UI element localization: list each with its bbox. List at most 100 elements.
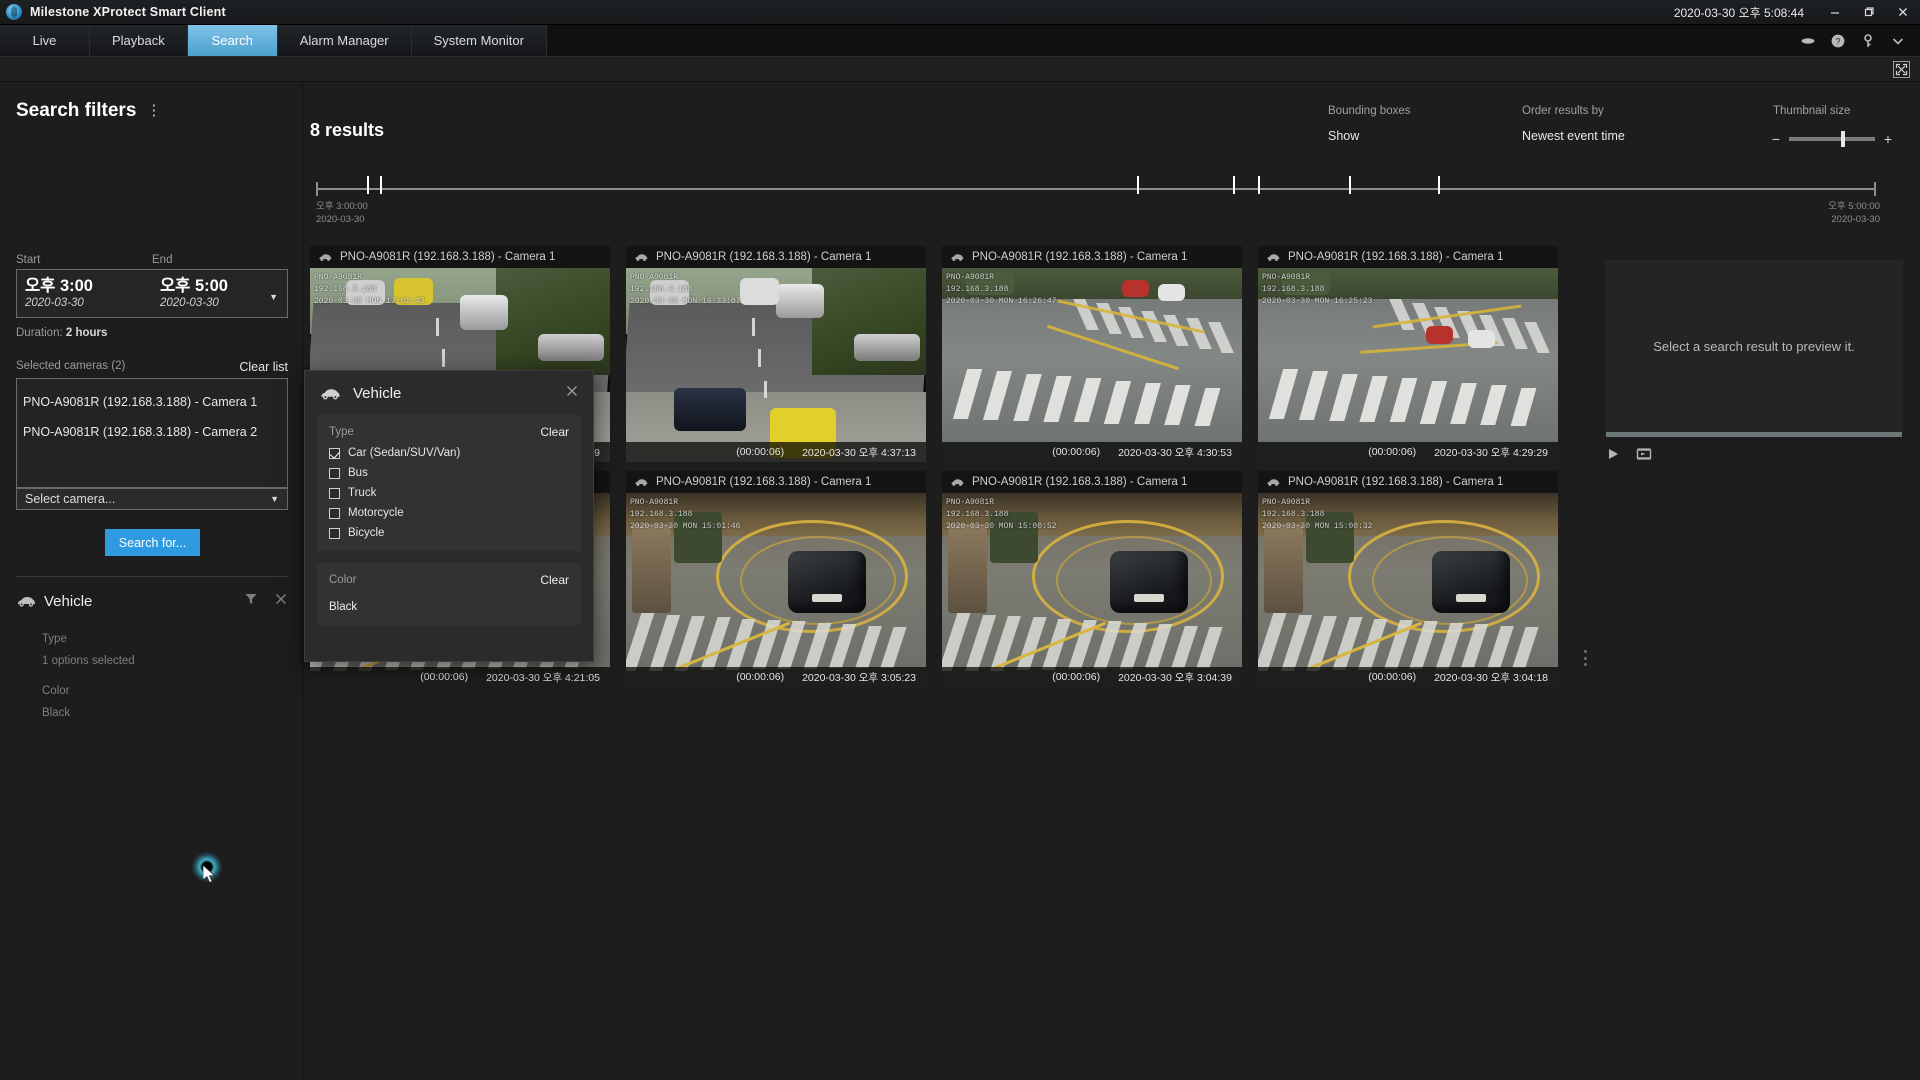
export-icon[interactable] <box>1636 447 1652 461</box>
thumbnail-decrease-button[interactable]: − <box>1770 131 1782 147</box>
vehicle-type-option-label: Truck <box>348 487 377 499</box>
chevron-down-icon[interactable] <box>1890 33 1906 49</box>
duration-value: 2 hours <box>65 327 108 339</box>
preview-placeholder[interactable]: Select a search result to preview it. <box>1605 260 1903 433</box>
panel-splitter-handle[interactable] <box>1584 650 1590 666</box>
tab-search[interactable]: Search <box>187 25 278 56</box>
result-thumbnail[interactable]: PNO-A9081R192.168.3.1882020-03-30 MON 16… <box>942 268 1242 462</box>
tab-alarm-manager[interactable]: Alarm Manager <box>277 25 412 56</box>
search-result-card[interactable]: PNO-A9081R (192.168.3.188) - Camera 1 PN… <box>1258 246 1558 462</box>
minimize-button[interactable] <box>1818 0 1852 25</box>
end-time-cell[interactable]: 오후 5:00 2020-03-30 <box>152 277 287 310</box>
expand-window-icon[interactable] <box>1893 61 1910 78</box>
vehicle-type-option[interactable]: Car (Sedan/SUV/Van) <box>329 447 569 459</box>
order-results-value[interactable]: Newest event time <box>1522 129 1625 143</box>
preview-empty-text: Select a search result to preview it. <box>1653 339 1855 354</box>
search-result-card[interactable]: PNO-A9081R (192.168.3.188) - Camera 1 PN… <box>942 246 1242 462</box>
chevron-down-icon[interactable]: ▼ <box>269 292 278 302</box>
tab-playback[interactable]: Playback <box>90 25 188 56</box>
preview-progress-bar[interactable] <box>1606 432 1902 437</box>
close-icon[interactable] <box>565 384 579 402</box>
time-range-box[interactable]: 오후 3:00 2020-03-30 오후 5:00 2020-03-30 ▼ <box>16 269 288 318</box>
result-timestamp-bar: (00:00:06) 2020-03-30 오후 3:04:39 <box>942 667 1242 687</box>
restore-button[interactable] <box>1852 0 1886 25</box>
search-result-card[interactable]: PNO-A9081R (192.168.3.188) - Camera 1 PN… <box>626 471 926 687</box>
chevron-down-icon: ▼ <box>270 494 279 504</box>
vehicle-type-section-header: Type Clear <box>329 425 569 439</box>
checkbox[interactable] <box>329 447 340 459</box>
checkbox[interactable] <box>329 527 340 539</box>
vehicle-popup-header: Vehicle <box>305 371 593 415</box>
play-icon[interactable] <box>1606 447 1620 461</box>
help-icon[interactable]: ? <box>1830 33 1846 49</box>
cloud-icon[interactable] <box>1800 33 1816 49</box>
tab-label: Alarm Manager <box>299 33 389 48</box>
key-icon[interactable] <box>1860 33 1876 49</box>
timeline-event-tick[interactable] <box>367 176 370 194</box>
search-result-card[interactable]: PNO-A9081R (192.168.3.188) - Camera 1 PN… <box>626 246 926 462</box>
vehicle-type-option[interactable]: Bus <box>329 467 569 479</box>
result-thumbnail[interactable]: PNO-A9081R 192.168.3.188 2020-03-30 MON 15… <box>626 493 926 687</box>
filter-icon[interactable] <box>244 592 258 611</box>
clear-list-button[interactable]: Clear list <box>239 360 288 374</box>
close-icon[interactable] <box>274 592 288 611</box>
color-selected-value[interactable]: Black <box>329 601 569 613</box>
result-thumbnail[interactable]: PNO-A9081R192.168.3.1882020-03-30 MON 16… <box>1258 268 1558 462</box>
checkbox[interactable] <box>329 507 340 519</box>
duration-text: Duration: 2 hours <box>16 327 107 339</box>
checkbox[interactable] <box>329 467 340 479</box>
thumbnail-increase-button[interactable]: + <box>1882 131 1894 147</box>
search-for-button[interactable]: Search for... <box>105 529 200 556</box>
vehicle-type-option[interactable]: Truck <box>329 487 569 499</box>
order-results-option[interactable]: Order results by Newest event time <box>1522 105 1625 143</box>
vehicle-type-option-label: Car (Sedan/SUV/Van) <box>348 447 461 459</box>
timeline-event-tick[interactable] <box>1258 176 1261 194</box>
result-camera-name: PNO-A9081R (192.168.3.188) - Camera 1 <box>656 251 872 263</box>
thumbnail-size-slider[interactable]: − + <box>1770 130 1894 148</box>
timeline-start-time: 오후 3:00:00 <box>316 201 368 212</box>
vehicle-type-option[interactable]: Bicycle <box>329 527 569 539</box>
slider-track[interactable] <box>1789 131 1875 147</box>
bounding-boxes-option[interactable]: Bounding boxes Show <box>1328 105 1410 143</box>
start-time-cell[interactable]: 오후 3:00 2020-03-30 <box>17 277 152 310</box>
bounding-boxes-value[interactable]: Show <box>1328 129 1410 143</box>
result-timestamp: 2020-03-30 오후 4:30:53 <box>1118 446 1232 459</box>
start-time-value: 오후 3:00 <box>25 277 93 295</box>
list-item[interactable]: PNO-A9081R (192.168.3.188) - Camera 2 <box>23 417 287 447</box>
tab-live[interactable]: Live <box>0 25 90 56</box>
search-result-card[interactable]: PNO-A9081R (192.168.3.188) - Camera 1 PN… <box>942 471 1242 687</box>
svg-text:?: ? <box>1835 36 1840 46</box>
timeline-end-date: 2020-03-30 <box>1831 214 1880 225</box>
search-result-card[interactable]: PNO-A9081R (192.168.3.188) - Camera 1 PN… <box>1258 471 1558 687</box>
checkbox[interactable] <box>329 487 340 499</box>
bounding-boxes-label: Bounding boxes <box>1328 105 1411 117</box>
close-button[interactable] <box>1886 0 1920 25</box>
clear-type-button[interactable]: Clear <box>540 425 569 439</box>
thumbnail-size-option: Thumbnail size <box>1773 105 1850 117</box>
tab-system-monitor[interactable]: System Monitor <box>411 25 547 56</box>
result-thumbnail[interactable]: PNO-A9081R192.168.3.1882020-03-30 MON 16… <box>626 268 926 462</box>
more-options-icon[interactable]: ⋮ <box>146 103 162 118</box>
timeline-end-time: 오후 5:00:00 <box>1828 201 1880 212</box>
result-duration: (00:00:06) <box>736 446 785 458</box>
clear-color-button[interactable]: Clear <box>540 573 569 587</box>
timeline[interactable] <box>316 176 1876 196</box>
selected-cameras-list[interactable]: PNO-A9081R (192.168.3.188) - Camera 1 PN… <box>16 378 288 488</box>
list-item[interactable]: PNO-A9081R (192.168.3.188) - Camera 1 <box>23 387 287 417</box>
vehicle-type-option[interactable]: Motorcycle <box>329 507 569 519</box>
vehicle-color-label: Color <box>42 685 70 697</box>
vehicle-icon <box>16 594 38 608</box>
timeline-event-tick[interactable] <box>1348 176 1351 194</box>
vehicle-type-options: Car (Sedan/SUV/Van) Bus Truck Motorcycle… <box>329 447 569 539</box>
result-duration: (00:00:06) <box>736 671 785 683</box>
slider-knob[interactable] <box>1840 131 1845 147</box>
result-thumbnail[interactable]: PNO-A9081R 192.168.3.188 2020-03-30 MON 15… <box>1258 493 1558 687</box>
timeline-event-tick[interactable] <box>379 176 382 194</box>
result-thumbnail[interactable]: PNO-A9081R 192.168.3.188 2020-03-30 MON 15… <box>942 493 1242 687</box>
timeline-event-tick[interactable] <box>1136 176 1139 194</box>
select-camera-dropdown[interactable]: Select camera... ▼ <box>16 488 288 510</box>
timeline-event-tick[interactable] <box>1437 176 1440 194</box>
result-card-header: PNO-A9081R (192.168.3.188) - Camera 1 <box>626 471 926 493</box>
vehicle-icon <box>1266 252 1282 262</box>
timeline-event-tick[interactable] <box>1233 176 1236 194</box>
